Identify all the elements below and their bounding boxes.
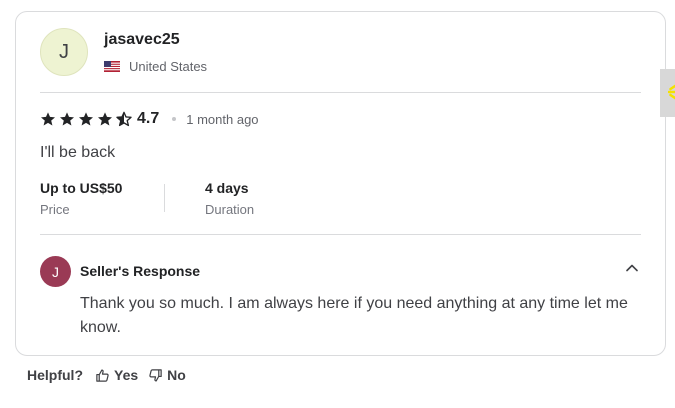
reviewer-username: jasavec25 <box>104 31 180 48</box>
helpful-label: Helpful? <box>27 367 83 383</box>
duration-value: 4 days <box>205 180 249 196</box>
star-icon <box>98 112 112 126</box>
rating-value: 4.7 <box>137 110 160 127</box>
rating-row: 4.7 1 month ago <box>40 110 259 128</box>
star-icon <box>41 112 55 126</box>
duration-label: Duration <box>205 202 255 217</box>
thumbs-up-icon <box>96 368 109 382</box>
helpful-row: Helpful? Yes No <box>27 367 196 383</box>
helpful-no-label: No <box>167 367 186 383</box>
meta-separator <box>164 184 165 212</box>
price-block: Up to US$50 Price <box>40 180 122 217</box>
helpful-yes-label: Yes <box>114 367 139 383</box>
reviewer-avatar: J <box>40 28 88 76</box>
review-card: J jasavec25 United States 4.7 1 month ag… <box>15 11 666 356</box>
chevron-up-icon[interactable] <box>624 260 640 276</box>
seller-response-title: Seller's Response <box>80 263 201 279</box>
duration-block: 4 days Duration <box>205 180 254 217</box>
thumbs-down-icon <box>149 368 162 382</box>
seller-avatar-initial: J <box>52 263 59 280</box>
helpful-yes-button[interactable]: Yes <box>95 367 138 383</box>
star-icon <box>79 112 93 126</box>
price-value: Up to US$50 <box>40 180 123 196</box>
review-text: I'll be back <box>40 144 116 161</box>
price-label: Price <box>40 202 70 217</box>
reviewer-avatar-initial: J <box>59 40 69 63</box>
review-time: 1 month ago <box>186 111 259 127</box>
reviewer-country-label: United States <box>129 59 208 74</box>
star-icon <box>60 112 74 126</box>
sparkle-icon <box>668 84 675 100</box>
reviewer-country: United States <box>104 59 207 74</box>
half-star-icon <box>116 111 132 127</box>
response-divider <box>40 234 641 235</box>
separator-dot <box>172 117 177 121</box>
header-divider <box>40 92 641 93</box>
seller-avatar: J <box>40 256 71 287</box>
us-flag-icon <box>104 61 120 72</box>
seller-response-text: Thank you so much. I am always here if y… <box>80 295 628 336</box>
helpful-no-button[interactable]: No <box>148 367 186 383</box>
